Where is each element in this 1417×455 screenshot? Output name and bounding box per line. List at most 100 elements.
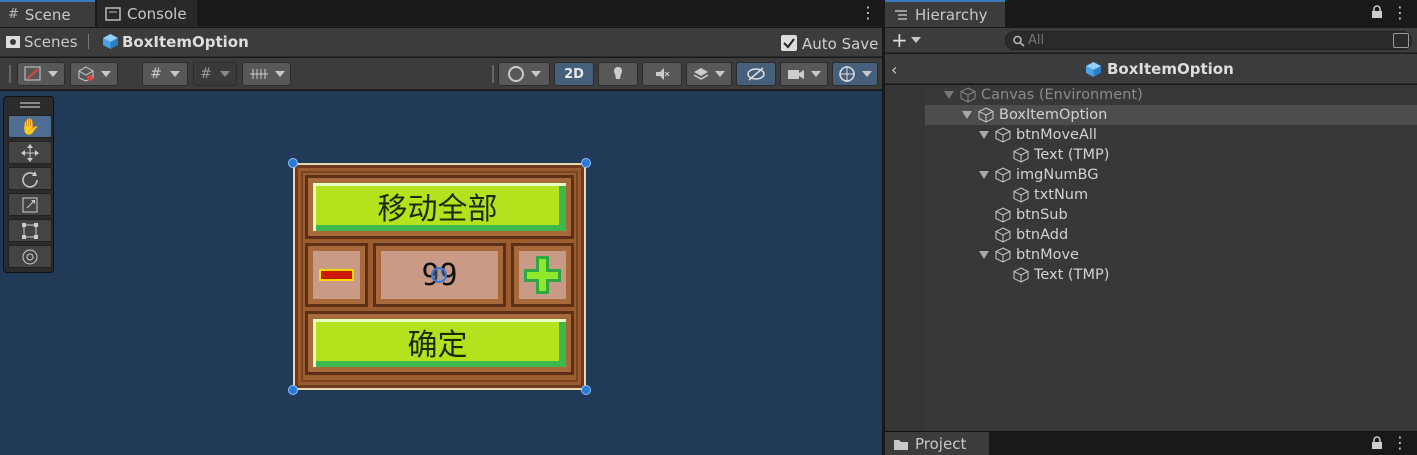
kebab-menu-icon[interactable]: ⋮ [1392, 5, 1408, 21]
expand-arrow-icon[interactable] [979, 251, 989, 259]
expand-arrow-icon[interactable] [979, 131, 989, 139]
tab-console[interactable]: Console [97, 0, 197, 27]
search-type-icon[interactable] [1393, 33, 1409, 48]
chevron-down-icon [862, 71, 872, 77]
gizmos-dropdown[interactable] [832, 62, 878, 86]
scene-tab-bar: # Scene Console ⋮ [0, 0, 882, 27]
rotate-icon [21, 170, 39, 188]
hierarchy-tab-bar: Hierarchy ⋮ [885, 0, 1417, 27]
box-item-option-panel[interactable]: 移动全部 99 确定 [293, 163, 586, 390]
increment-snap-dropdown[interactable]: # [193, 62, 237, 86]
plus-button[interactable] [522, 254, 563, 296]
confirm-button[interactable]: 确定 [316, 322, 559, 363]
search-field[interactable] [1005, 31, 1412, 50]
plus-icon: + [891, 28, 908, 52]
scenes-icon [5, 34, 21, 50]
lock-icon[interactable] [1371, 436, 1383, 450]
tree-item-label: txtNum [1034, 187, 1089, 203]
ruler-dropdown[interactable] [242, 62, 291, 86]
breadcrumb-divider [88, 34, 89, 49]
tree-item-boxitemoption[interactable]: BoxItemOption [925, 105, 1417, 125]
draw-mode-dropdown[interactable] [17, 62, 65, 86]
tree-item-text-tmp[interactable]: Text (TMP) [925, 265, 1417, 285]
camera-icon [787, 67, 805, 81]
auto-save-checkbox[interactable] [781, 35, 797, 51]
rect-handle-top-left[interactable] [288, 158, 298, 168]
hand-tool-button[interactable]: ✋ [8, 115, 52, 138]
chevron-down-icon [715, 71, 725, 77]
transform-tool-button[interactable] [8, 245, 52, 268]
rect-handle-bottom-left[interactable] [288, 385, 298, 395]
hand-icon: ✋ [20, 117, 40, 136]
lock-icon[interactable] [1371, 5, 1383, 19]
tree-item-text-tmp[interactable]: Text (TMP) [925, 145, 1417, 165]
scale-icon [21, 196, 39, 214]
expand-arrow-icon[interactable] [962, 111, 972, 119]
tree-item-label: Text (TMP) [1034, 267, 1110, 283]
prefab-header: ‹ BoxItemOption [885, 54, 1417, 84]
console-icon [105, 6, 121, 21]
kebab-menu-icon[interactable]: ⋮ [1392, 435, 1408, 451]
grid-snap-icon: # [150, 66, 162, 82]
expand-arrow-icon[interactable] [944, 91, 954, 99]
gameobject-cube-icon [978, 107, 994, 123]
tree-item-label: Text (TMP) [1034, 147, 1110, 163]
tree-item-canvas[interactable]: Canvas (Environment) [925, 85, 1417, 105]
gameobject-cube-icon [1013, 147, 1029, 163]
move-tool-button[interactable] [8, 141, 52, 164]
gameobject-cube-icon [1013, 267, 1029, 283]
shading-dropdown[interactable] [498, 62, 550, 86]
lighting-toggle[interactable] [598, 62, 638, 86]
rect-handle-bottom-right[interactable] [581, 385, 591, 395]
tree-item-label: btnAdd [1016, 227, 1069, 243]
tree-item-imgnumbg[interactable]: imgNumBG [925, 165, 1417, 185]
rect-handle-top-right[interactable] [581, 158, 591, 168]
tree-item-label: btnSub [1016, 207, 1068, 223]
tree-item-btnadd[interactable]: btnAdd [925, 225, 1417, 245]
gameobject-cube-icon [960, 87, 976, 103]
tree-item-txtnum[interactable]: txtNum [925, 185, 1417, 205]
tree-item-btnmove[interactable]: btnMove [925, 245, 1417, 265]
tree-item-btnmoveall[interactable]: btnMoveAll [925, 125, 1417, 145]
tab-project[interactable]: Project [885, 432, 989, 455]
kebab-menu-icon[interactable]: ⋮ [860, 5, 876, 21]
transform-all-icon [21, 248, 39, 266]
palette-grip [20, 106, 40, 108]
back-chevron-icon[interactable]: ‹ [891, 60, 897, 79]
render-mode-dropdown[interactable] [70, 62, 118, 86]
toggle-2d-button[interactable]: 2D [554, 62, 594, 86]
gameobject-cube-icon [1013, 187, 1029, 203]
gameobject-cube-icon [995, 247, 1011, 263]
move-all-button[interactable]: 移动全部 [316, 186, 559, 227]
auto-save-label: Auto Save [802, 35, 879, 53]
gameobject-cube-icon [995, 207, 1011, 223]
toolbar-grip [9, 65, 11, 83]
tab-hierarchy-label: Hierarchy [915, 5, 988, 24]
draw-mode-icon [24, 66, 42, 82]
create-dropdown[interactable]: + [891, 30, 927, 50]
scene-visibility-toggle[interactable] [736, 62, 776, 86]
chevron-down-icon [101, 71, 111, 77]
search-input[interactable] [1028, 32, 1368, 49]
ruler-icon [249, 67, 269, 81]
breadcrumb-scenes[interactable]: Scenes [24, 33, 78, 51]
rect-tool-button[interactable] [8, 219, 52, 242]
scale-tool-button[interactable] [8, 193, 52, 216]
camera-dropdown[interactable] [780, 62, 828, 86]
rotate-tool-button[interactable] [8, 167, 52, 190]
tree-item-btnsub[interactable]: btnSub [925, 205, 1417, 225]
gameobject-cube-icon [995, 167, 1011, 183]
tree-item-label: btnMoveAll [1016, 127, 1097, 143]
breadcrumb-current[interactable]: BoxItemOption [122, 33, 249, 51]
audio-toggle[interactable] [642, 62, 682, 86]
tree-item-label: BoxItemOption [999, 107, 1108, 123]
grid-icon: # [8, 7, 19, 22]
grid-snap-dropdown[interactable]: # [142, 62, 188, 86]
pivot-icon[interactable] [431, 267, 447, 283]
tab-hierarchy[interactable]: Hierarchy [885, 0, 1005, 27]
transform-tool-palette: ✋ [3, 96, 54, 273]
effects-dropdown[interactable] [686, 62, 732, 86]
minus-button[interactable] [317, 259, 356, 291]
expand-arrow-icon[interactable] [979, 171, 989, 179]
tab-scene[interactable]: # Scene [0, 0, 95, 27]
